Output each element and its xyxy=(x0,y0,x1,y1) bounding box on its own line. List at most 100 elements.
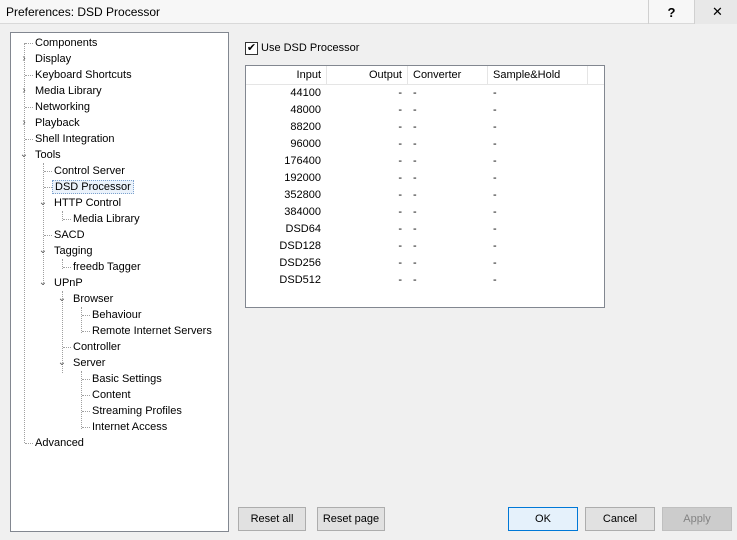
chevron-down-icon[interactable]: ⌄ xyxy=(57,355,67,371)
cell-output: - xyxy=(398,257,402,269)
chevron-down-icon[interactable]: ⌄ xyxy=(57,291,67,307)
chevron-down-icon[interactable]: ⌄ xyxy=(38,275,48,291)
chevron-right-icon[interactable]: › xyxy=(19,51,29,67)
window-title: Preferences: DSD Processor xyxy=(6,5,161,19)
cell-sample-hold: - xyxy=(493,257,497,269)
table-row[interactable]: 96000- - - xyxy=(246,136,604,153)
cell-converter: - xyxy=(413,104,417,116)
column-header-input[interactable]: Input xyxy=(246,66,327,85)
use-dsd-processor-label: Use DSD Processor xyxy=(261,42,360,54)
tree-item-browser[interactable]: Browser xyxy=(71,291,115,307)
cell-input: DSD128 xyxy=(279,240,321,252)
cell-converter: - xyxy=(413,206,417,218)
chevron-right-icon[interactable]: › xyxy=(19,83,29,99)
tree-item-freedb-tagger[interactable]: freedb Tagger xyxy=(71,259,143,275)
cell-input: DSD256 xyxy=(279,257,321,269)
cell-output: - xyxy=(398,172,402,184)
table-row[interactable]: DSD512- - - xyxy=(246,272,604,289)
cell-converter: - xyxy=(413,172,417,184)
reset-all-button[interactable]: Reset all xyxy=(238,507,306,531)
chevron-down-icon[interactable]: ⌄ xyxy=(38,195,48,211)
cell-output: - xyxy=(398,155,402,167)
cell-output: - xyxy=(398,206,402,218)
tree-item-shell-integration[interactable]: Shell Integration xyxy=(33,131,117,147)
cell-converter: - xyxy=(413,155,417,167)
cell-output: - xyxy=(398,87,402,99)
tree-item-sacd[interactable]: SACD xyxy=(52,227,87,243)
cancel-button[interactable]: Cancel xyxy=(585,507,655,531)
table-row[interactable]: DSD128- - - xyxy=(246,238,604,255)
cell-sample-hold: - xyxy=(493,104,497,116)
cell-input: 352800 xyxy=(284,189,321,201)
tree-item-streaming-profiles[interactable]: Streaming Profiles xyxy=(90,403,184,419)
table-row[interactable]: 48000- - - xyxy=(246,102,604,119)
apply-button[interactable]: Apply xyxy=(662,507,732,531)
table-row[interactable]: DSD256- - - xyxy=(246,255,604,272)
cell-sample-hold: - xyxy=(493,189,497,201)
cell-input: 192000 xyxy=(284,172,321,184)
tree-item-behaviour[interactable]: Behaviour xyxy=(90,307,144,323)
tree-line xyxy=(24,43,25,443)
tree-item-upnp[interactable]: UPnP xyxy=(52,275,85,291)
tree-item-advanced[interactable]: Advanced xyxy=(33,435,86,451)
chevron-right-icon[interactable]: › xyxy=(19,115,29,131)
cell-output: - xyxy=(398,274,402,286)
cell-sample-hold: - xyxy=(493,87,497,99)
tree-item-components[interactable]: Components xyxy=(33,35,99,51)
tree-item-controller[interactable]: Controller xyxy=(71,339,123,355)
tree-item-http-media-library[interactable]: Media Library xyxy=(71,211,142,227)
table-row[interactable]: DSD64- - - xyxy=(246,221,604,238)
tree-item-tools[interactable]: Tools xyxy=(33,147,63,163)
preferences-tree[interactable]: Components › Display Keyboard Shortcuts … xyxy=(10,32,229,532)
tree-item-playback[interactable]: Playback xyxy=(33,115,82,131)
tree-item-tagging[interactable]: Tagging xyxy=(52,243,95,259)
checkmark-icon[interactable]: ✔ xyxy=(245,41,258,55)
tree-item-basic-settings[interactable]: Basic Settings xyxy=(90,371,164,387)
cell-sample-hold: - xyxy=(493,206,497,218)
use-dsd-processor-checkbox[interactable]: ✔ Use DSD Processor xyxy=(245,40,359,56)
column-header-converter[interactable]: Converter xyxy=(408,66,488,85)
column-header-output[interactable]: Output xyxy=(327,66,408,85)
tree-item-dsd-processor[interactable]: DSD Processor xyxy=(52,179,134,195)
table-row[interactable]: 384000- - - xyxy=(246,204,604,221)
tree-item-http-control[interactable]: HTTP Control xyxy=(52,195,123,211)
dsd-table[interactable]: Input Output Converter Sample&Hold 44100… xyxy=(245,65,605,308)
cell-input: 44100 xyxy=(290,87,321,99)
cell-converter: - xyxy=(413,257,417,269)
tree-item-display[interactable]: Display xyxy=(33,51,73,67)
table-row[interactable]: 176400- - - xyxy=(246,153,604,170)
cell-output: - xyxy=(398,104,402,116)
tree-item-server[interactable]: Server xyxy=(71,355,107,371)
cell-input: 96000 xyxy=(290,138,321,150)
cell-sample-hold: - xyxy=(493,240,497,252)
tree-item-content[interactable]: Content xyxy=(90,387,133,403)
tree-item-keyboard-shortcuts[interactable]: Keyboard Shortcuts xyxy=(33,67,134,83)
reset-page-button[interactable]: Reset page xyxy=(317,507,385,531)
cell-output: - xyxy=(398,138,402,150)
chevron-down-icon[interactable]: ⌄ xyxy=(19,147,29,163)
table-row[interactable]: 192000- - - xyxy=(246,170,604,187)
tree-item-remote-internet-servers[interactable]: Remote Internet Servers xyxy=(90,323,214,339)
tree-item-networking[interactable]: Networking xyxy=(33,99,92,115)
close-button[interactable]: ✕ xyxy=(694,0,737,24)
cell-output: - xyxy=(398,121,402,133)
tree-item-control-server[interactable]: Control Server xyxy=(52,163,127,179)
help-button[interactable]: ? xyxy=(648,0,694,24)
ok-button[interactable]: OK xyxy=(508,507,578,531)
tree-line xyxy=(81,307,82,333)
cell-sample-hold: - xyxy=(493,155,497,167)
tree-line xyxy=(43,163,44,285)
table-body: 44100- - -48000- - -88200- - -96000- - -176400- -… xyxy=(246,85,604,289)
table-row[interactable]: 352800- - - xyxy=(246,187,604,204)
tree-item-media-library[interactable]: Media Library xyxy=(33,83,104,99)
cell-output: - xyxy=(398,189,402,201)
cell-input: 384000 xyxy=(284,206,321,218)
cell-sample-hold: - xyxy=(493,274,497,286)
cell-converter: - xyxy=(413,274,417,286)
table-row[interactable]: 88200- - - xyxy=(246,119,604,136)
column-header-sample-hold[interactable]: Sample&Hold xyxy=(488,66,588,85)
title-bar: Preferences: DSD Processor ? ✕ xyxy=(0,0,737,24)
chevron-down-icon[interactable]: ⌄ xyxy=(38,243,48,259)
table-row[interactable]: 44100- - - xyxy=(246,85,604,102)
tree-item-internet-access[interactable]: Internet Access xyxy=(90,419,169,435)
